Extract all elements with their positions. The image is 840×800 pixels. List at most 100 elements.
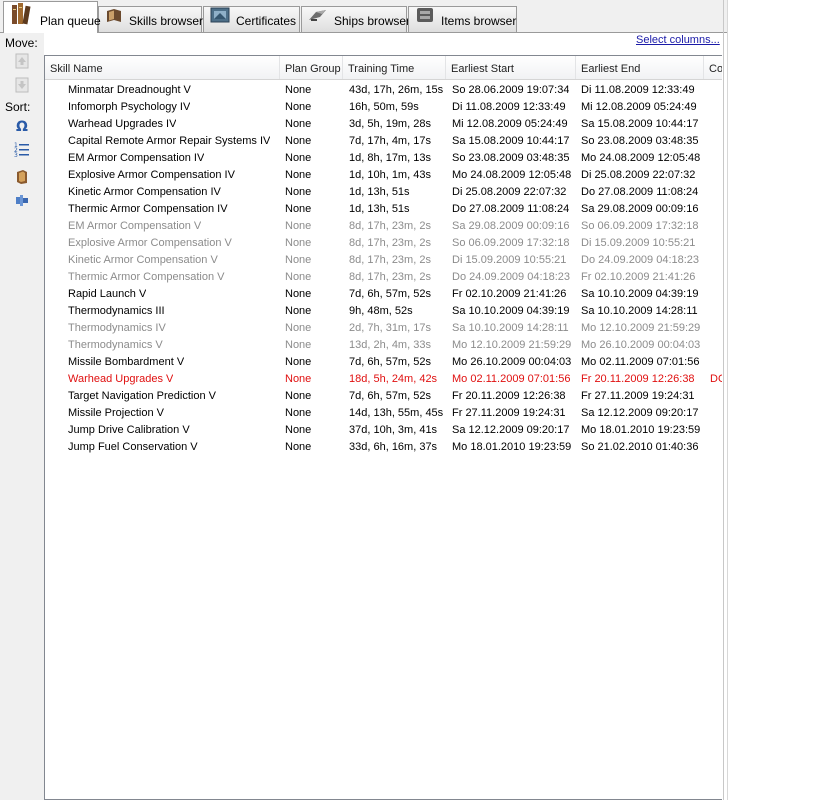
skill-name-cell: Thermic Armor Compensation IV [68, 203, 228, 215]
earliest-end-cell: Sa 15.08.2009 10:44:17 [581, 118, 699, 130]
table-row[interactable]: Infomorph Psychology IV None 16h, 50m, 59s… [45, 99, 722, 116]
training-time-cell: 1d, 13h, 51s [349, 186, 410, 198]
skill-name-cell: Jump Drive Calibration V [68, 424, 190, 436]
earliest-end-cell: Sa 12.12.2009 09:20:17 [581, 407, 699, 419]
books-icon [10, 1, 34, 39]
earliest-end-cell: Mo 12.10.2009 21:59:29 [581, 322, 701, 334]
table-row[interactable]: Thermic Armor Compensation V None 8d, 17h,… [45, 269, 722, 286]
earliest-start-cell: Mo 02.11.2009 07:01:56 [452, 373, 571, 385]
book-icon [105, 7, 123, 33]
svg-text:Ω: Ω [16, 119, 28, 134]
window-edge-outer [727, 0, 728, 800]
skill-name-cell: EM Armor Compensation IV [68, 152, 205, 164]
table-row[interactable]: Explosive Armor Compensation IV None 1d, 1… [45, 167, 722, 184]
table-row[interactable]: Thermodynamics IV None 2d, 7h, 31m, 17s Sa … [45, 320, 722, 337]
table-row[interactable]: Missile Bombardment V None 7d, 6h, 57m, 52… [45, 354, 722, 371]
earliest-start-cell: Fr 27.11.2009 19:24:31 [452, 407, 566, 419]
column-header-skill-name[interactable]: Skill Name [45, 56, 280, 79]
training-time-cell: 18d, 5h, 24m, 42s [349, 373, 438, 385]
table-row[interactable]: EM Armor Compensation IV None 1d, 8h, 17m,… [45, 150, 722, 167]
table-row[interactable]: Explosive Armor Compensation V None 8d, 17… [45, 235, 722, 252]
table-row[interactable]: Warhead Upgrades IV None 3d, 5h, 19m, 28s M… [45, 116, 722, 133]
plan-group-cell: None [285, 254, 312, 266]
skill-name-cell: Explosive Armor Compensation V [68, 237, 232, 249]
column-header-conflicts[interactable]: Co [704, 56, 722, 79]
open-skill-button[interactable] [13, 169, 31, 187]
tab-ships-browser[interactable]: Ships browser [301, 6, 411, 32]
skill-name-cell: Thermodynamics IV [68, 322, 166, 334]
column-header-training-time[interactable]: Training Time [343, 56, 446, 79]
plan-group-cell: None [285, 390, 312, 402]
training-time-cell: 8d, 17h, 23m, 2s [349, 254, 431, 266]
earliest-start-cell: Mi 12.08.2009 05:24:49 [452, 118, 568, 130]
earliest-end-cell: Mo 26.10.2009 00:04:03 [581, 339, 701, 351]
skill-name-cell: Warhead Upgrades V [68, 373, 174, 385]
plan-group-cell: None [285, 237, 312, 249]
plan-group-cell: None [285, 407, 312, 419]
tab-skills-browser[interactable]: Skills browser [98, 6, 204, 33]
table-row[interactable]: Thermodynamics III None 9h, 48m, 52s Sa 10.… [45, 303, 722, 320]
earliest-end-cell: Mo 02.11.2009 07:01:56 [581, 356, 700, 368]
plan-group-cell: None [285, 288, 312, 300]
skill-name-cell: Thermodynamics III [68, 305, 165, 317]
earliest-start-cell: Di 11.08.2009 12:33:49 [452, 101, 566, 113]
earliest-end-cell: Mi 12.08.2009 05:24:49 [581, 101, 697, 113]
column-header-earliest-end[interactable]: Earliest End [576, 56, 704, 79]
table-row[interactable]: Capital Remote Armor Repair Systems IV No… [45, 133, 722, 150]
plan-group-cell: None [285, 441, 312, 453]
earliest-end-cell: Di 11.08.2009 12:33:49 [581, 84, 695, 96]
table-row[interactable]: Thermodynamics V None 13d, 2h, 4m, 33s Mo 1… [45, 337, 722, 354]
table-row[interactable]: Kinetic Armor Compensation V None 8d, 17h,… [45, 252, 722, 269]
sort-alpha-button[interactable]: Ω [13, 118, 31, 136]
earliest-start-cell: So 06.09.2009 17:32:18 [452, 237, 570, 249]
list-header: Skill Name Plan Group Training Time Earl… [45, 56, 722, 80]
table-row[interactable]: Minmatar Dreadnought V None 43d, 17h, 26m,… [45, 82, 722, 99]
table-row[interactable]: Warhead Upgrades V None 18d, 5h, 24m, 42s M… [45, 371, 722, 388]
tab-label: Skills browser [129, 13, 204, 28]
move-down-button[interactable] [13, 77, 31, 95]
earliest-start-cell: Sa 15.08.2009 10:44:17 [452, 135, 570, 147]
tab-plan-queue[interactable]: Plan queue [3, 1, 101, 33]
table-row[interactable]: Rapid Launch V None 7d, 6h, 57m, 52s Fr 02.… [45, 286, 722, 303]
tab-certificates[interactable]: Certificates [203, 6, 300, 32]
table-row[interactable]: Missile Projection V None 14d, 13h, 55m, 4… [45, 405, 722, 422]
training-time-cell: 16h, 50m, 59s [349, 101, 419, 113]
table-row[interactable]: EM Armor Compensation V None 8d, 17h, 23m,… [45, 218, 722, 235]
tab-label: Certificates [236, 13, 297, 28]
select-columns-link[interactable]: Select columns... [636, 34, 720, 46]
table-row[interactable]: Target Navigation Prediction V None 7d, 6h… [45, 388, 722, 405]
earliest-end-cell: Di 15.09.2009 10:55:21 [581, 237, 696, 249]
plan-group-cell: None [285, 84, 312, 96]
table-row[interactable]: Jump Fuel Conservation V None 33d, 6h, 16m… [45, 439, 722, 456]
earliest-start-cell: Mo 18.01.2010 19:23:59 [452, 441, 572, 453]
tab-label: Plan queue [40, 14, 101, 28]
tab-items-browser[interactable]: Items browser [408, 6, 517, 32]
training-time-cell: 1d, 10h, 1m, 43s [349, 169, 431, 181]
sort-list-button[interactable]: 1 2 3 [13, 141, 31, 159]
skill-name-cell: Rapid Launch V [68, 288, 147, 300]
conflicts-cell: DO [710, 373, 722, 385]
earliest-start-cell: Di 25.08.2009 22:07:32 [452, 186, 567, 198]
column-header-earliest-start[interactable]: Earliest Start [446, 56, 576, 79]
tab-label: Ships browser [334, 13, 411, 28]
earliest-end-cell: Fr 02.10.2009 21:41:26 [581, 271, 696, 283]
move-up-button[interactable] [13, 53, 31, 71]
training-time-cell: 1d, 13h, 51s [349, 203, 410, 215]
earliest-end-cell: So 23.08.2009 03:48:35 [581, 135, 699, 147]
table-row[interactable]: Thermic Armor Compensation IV None 1d, 13h… [45, 201, 722, 218]
skill-name-cell: Kinetic Armor Compensation IV [68, 186, 221, 198]
earliest-end-cell: Sa 10.10.2009 04:39:19 [581, 288, 699, 300]
skill-name-cell: Kinetic Armor Compensation V [68, 254, 218, 266]
earliest-end-cell: Mo 24.08.2009 12:05:48 [581, 152, 701, 164]
table-row[interactable]: Jump Drive Calibration V None 37d, 10h, 3m… [45, 422, 722, 439]
column-header-plan-group[interactable]: Plan Group [280, 56, 343, 79]
tab-divider [0, 32, 728, 33]
certificate-icon [210, 6, 230, 33]
tab-label: Items browser [441, 13, 517, 28]
table-row[interactable]: Kinetic Armor Compensation IV None 1d, 13h… [45, 184, 722, 201]
plan-list[interactable]: Skill Name Plan Group Training Time Earl… [44, 55, 722, 800]
mark-button[interactable] [13, 192, 31, 210]
items-icon [415, 6, 435, 33]
training-time-cell: 8d, 17h, 23m, 2s [349, 237, 431, 249]
earliest-start-cell: Sa 10.10.2009 14:28:11 [452, 322, 569, 334]
